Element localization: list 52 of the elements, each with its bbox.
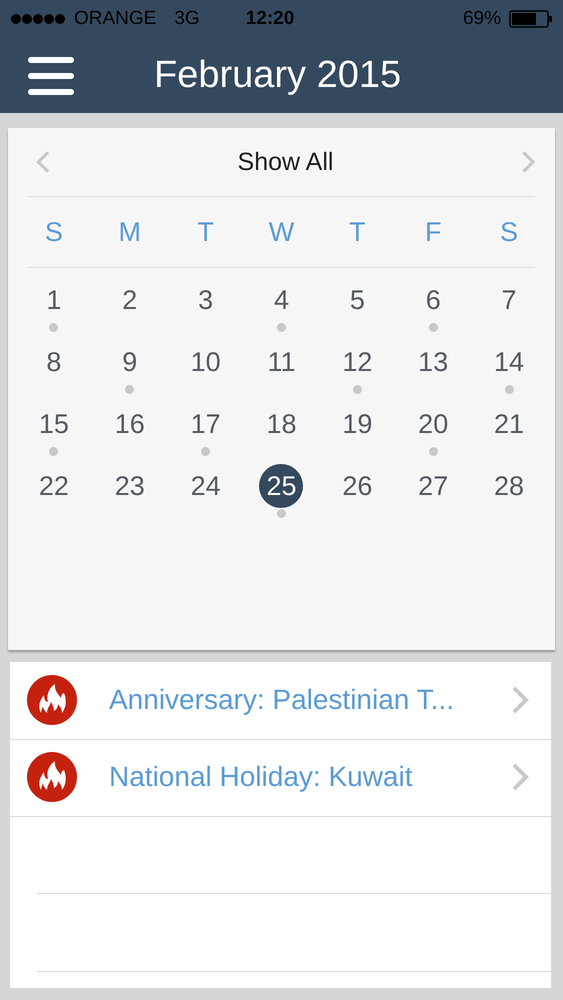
battery-icon [509,10,553,28]
event-title: Anniversary: Palestinian T... [109,684,455,716]
clock-time: 12:20 [246,8,294,30]
weekday-label: S [499,216,520,248]
calendar-day[interactable]: 13 [411,340,456,384]
calendar-day[interactable]: 25 [259,464,304,508]
carrier-name: ORANGE [74,8,156,30]
calendar-day[interactable]: 19 [335,402,380,446]
battery-percent: 69% [462,8,501,30]
calendar-day[interactable]: 23 [108,464,152,508]
calendar-day[interactable]: 11 [259,340,304,384]
calendar-day[interactable]: 24 [184,464,228,508]
calendar-day[interactable]: 27 [411,464,456,508]
show-all-button[interactable]: Show All [232,146,340,178]
chevron-icon[interactable] [511,685,529,715]
calendar-day[interactable]: 18 [259,402,304,446]
calendar-day[interactable]: 4 [259,278,304,322]
calendar-day[interactable]: 1 [32,278,76,322]
calendar-day[interactable]: 15 [32,402,76,446]
flame-icon [27,675,77,725]
calendar-day[interactable]: 22 [32,464,76,508]
calendar-day[interactable]: 21 [487,402,532,446]
calendar-day[interactable]: 5 [335,278,380,322]
calendar-day[interactable]: 16 [108,402,152,446]
flame-icon [27,752,77,802]
menu-button[interactable] [28,56,74,94]
calendar-day[interactable]: 6 [411,278,456,322]
weekday-label: T [348,216,367,248]
weekday-label: T [196,216,215,248]
calendar-day[interactable]: 9 [108,340,152,384]
calendar-day[interactable]: 26 [335,464,380,508]
weekday-label: W [268,216,296,248]
chevron-icon[interactable] [511,762,529,792]
weekday-label: F [424,216,442,248]
calendar-day[interactable]: 7 [487,278,532,322]
calendar-day[interactable]: 12 [335,340,380,384]
calendar-day[interactable]: 10 [184,340,228,384]
network-type: 3G [174,8,200,30]
weekday-label: S [44,216,64,248]
calendar-day[interactable]: 20 [411,402,456,446]
previous-month-icon[interactable] [36,150,50,174]
weekday-label: M [118,216,142,248]
calendar-day[interactable]: 28 [487,464,532,508]
calendar-day[interactable]: 2 [108,278,152,322]
month-title: February 2015 [154,54,402,97]
signal-icon [10,13,66,25]
next-month-icon[interactable] [520,150,535,174]
event-title: National Holiday: Kuwait [109,761,414,793]
calendar-day[interactable]: 3 [184,278,228,322]
calendar-day[interactable]: 14 [487,340,532,384]
calendar-day[interactable]: 17 [184,402,228,446]
calendar-day[interactable]: 8 [32,340,76,384]
